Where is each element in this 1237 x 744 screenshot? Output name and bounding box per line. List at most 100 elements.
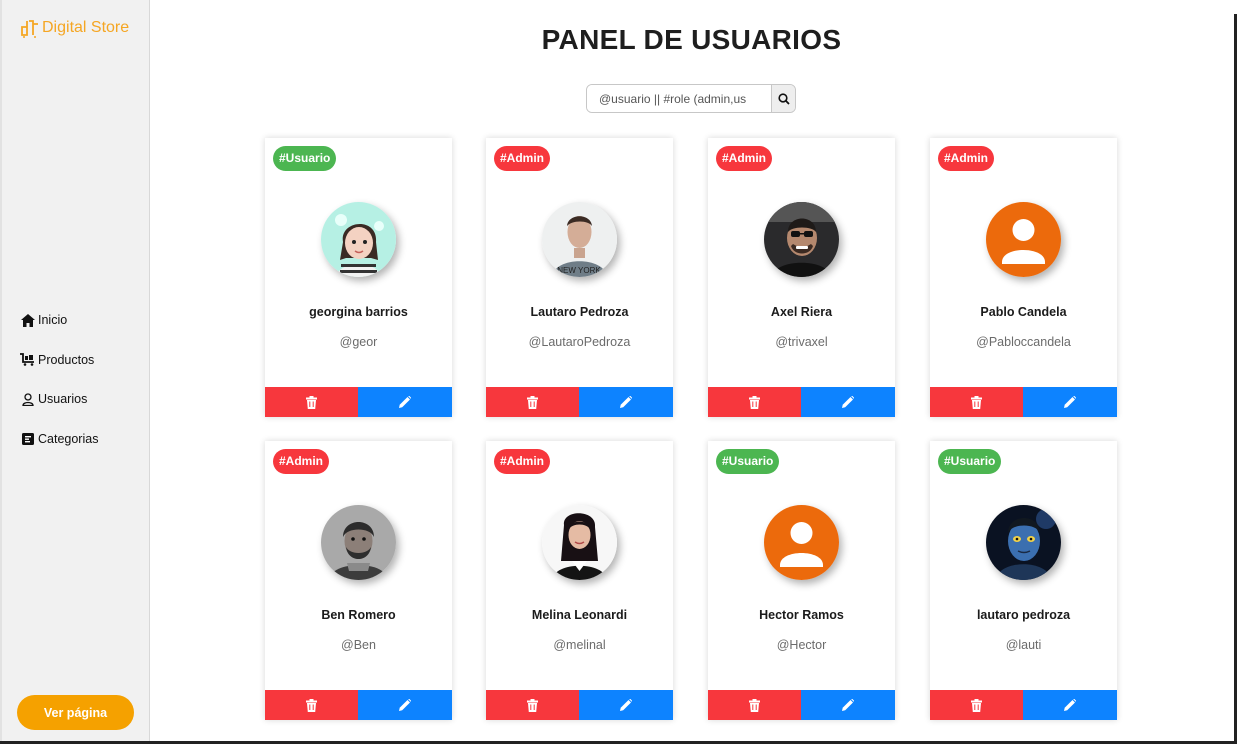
sidebar-item-label: Inicio	[38, 313, 68, 327]
trash-icon	[306, 395, 317, 409]
card-actions	[486, 387, 673, 417]
delete-user-button[interactable]	[930, 690, 1023, 720]
sidebar: Digital Store Inicio Productos Usuarios	[0, 0, 150, 744]
user-handle: @lauti	[1005, 638, 1042, 652]
pencil-icon	[399, 699, 411, 711]
store-logo-icon	[21, 20, 38, 38]
brand-name: Digital Store	[42, 19, 130, 36]
delete-user-button[interactable]	[265, 387, 358, 417]
edit-user-button[interactable]	[801, 690, 895, 720]
edit-user-button[interactable]	[1023, 387, 1117, 417]
card-actions	[708, 690, 895, 720]
pencil-icon	[1064, 699, 1076, 711]
card-actions	[930, 690, 1117, 720]
edit-user-button[interactable]	[358, 387, 452, 417]
delete-user-button[interactable]	[708, 690, 801, 720]
role-badge: #Admin	[494, 449, 551, 474]
user-avatar: NEW YORK	[542, 202, 617, 277]
delete-user-button[interactable]	[486, 387, 579, 417]
user-handle: @Hector	[776, 638, 827, 652]
sidebar-item-usuarios[interactable]: Usuarios	[20, 389, 98, 409]
user-card: #Admin Pablo Candela @Pabloccandela	[930, 138, 1117, 417]
search-icon	[778, 92, 790, 105]
user-handle: @Pabloccandela	[976, 335, 1071, 349]
pencil-icon	[620, 396, 632, 408]
edit-user-button[interactable]	[1023, 690, 1117, 720]
search-bar	[586, 84, 796, 113]
user-card: #Admin NEW YORK Lautaro Pedroza @Lautaro…	[486, 138, 673, 417]
edit-user-button[interactable]	[579, 387, 673, 417]
page-title: PANEL DE USUARIOS	[541, 24, 842, 55]
trash-icon	[527, 698, 538, 712]
user-card: #Admin Axel Riera @trivaxel	[708, 138, 895, 417]
trash-icon	[749, 698, 760, 712]
user-card: #Usuario Hector Ramos @Hector	[708, 441, 895, 720]
pencil-icon	[842, 699, 854, 711]
home-icon	[20, 313, 35, 327]
role-badge: #Usuario	[938, 449, 1002, 474]
role-badge: #Admin	[494, 146, 551, 171]
role-badge: #Admin	[716, 146, 773, 171]
delete-user-button[interactable]	[486, 690, 579, 720]
user-name: Ben Romero	[321, 608, 396, 622]
user-avatar	[986, 505, 1061, 580]
sidebar-edge	[0, 0, 2, 744]
app-root: Digital Store Inicio Productos Usuarios	[0, 0, 1237, 744]
sidebar-nav: Inicio Productos Usuarios Categorias	[20, 310, 98, 469]
user-handle: @LautaroPedroza	[528, 335, 631, 349]
user-avatar	[321, 202, 396, 277]
role-badge: #Usuario	[273, 146, 337, 171]
delete-user-button[interactable]	[708, 387, 801, 417]
category-icon	[20, 432, 35, 446]
card-actions	[486, 690, 673, 720]
sidebar-item-label: Usuarios	[38, 392, 88, 407]
edit-user-button[interactable]	[579, 690, 673, 720]
user-name: Hector Ramos	[759, 608, 844, 622]
user-avatar	[321, 505, 396, 580]
edit-user-button[interactable]	[358, 690, 452, 720]
trash-icon	[971, 395, 982, 409]
role-badge: #Admin	[938, 146, 995, 171]
default-user-avatar-icon	[764, 505, 839, 580]
role-badge: #Usuario	[716, 449, 780, 474]
sidebar-item-categorias[interactable]: Categorias	[20, 429, 98, 449]
pencil-icon	[620, 699, 632, 711]
user-card: #Admin Melina Leonardi @melinal	[486, 441, 673, 720]
user-avatar	[542, 505, 617, 580]
search-button[interactable]	[771, 85, 795, 112]
delete-user-button[interactable]	[265, 690, 358, 720]
user-name: lautaro pedroza	[976, 608, 1071, 622]
user-card: #Usuario georgina barrios @geor	[265, 138, 452, 417]
card-actions	[265, 387, 452, 417]
default-user-avatar-icon	[986, 202, 1061, 277]
user-name: Lautaro Pedroza	[530, 305, 629, 319]
trash-icon	[306, 698, 317, 712]
card-actions	[708, 387, 895, 417]
view-page-button[interactable]: Ver página	[17, 695, 134, 730]
brand-logo[interactable]: Digital Store	[20, 18, 129, 38]
user-icon	[20, 392, 35, 406]
cart-icon	[20, 353, 35, 367]
user-handle: @melinal	[553, 638, 606, 652]
user-handle: @Ben	[341, 638, 376, 652]
user-name: Pablo Candela	[980, 305, 1067, 319]
pencil-icon	[842, 396, 854, 408]
sidebar-item-productos[interactable]: Productos	[20, 350, 98, 370]
role-badge: #Admin	[273, 449, 330, 474]
delete-user-button[interactable]	[930, 387, 1023, 417]
sidebar-item-label: Categorias	[38, 432, 99, 447]
user-name: Melina Leonardi	[531, 608, 628, 622]
user-name: georgina barrios	[309, 305, 408, 319]
svg-text:NEW YORK: NEW YORK	[557, 266, 601, 275]
pencil-icon	[1064, 396, 1076, 408]
search-input[interactable]	[587, 85, 772, 112]
user-handle: @trivaxel	[775, 335, 828, 349]
trash-icon	[971, 698, 982, 712]
sidebar-item-label: Productos	[38, 352, 95, 367]
user-avatar	[764, 202, 839, 277]
user-handle: @geor	[339, 335, 378, 349]
sidebar-item-inicio[interactable]: Inicio	[20, 310, 98, 330]
user-card: #Admin Ben Romero @Ben	[265, 441, 452, 720]
edit-user-button[interactable]	[801, 387, 895, 417]
trash-icon	[749, 395, 760, 409]
